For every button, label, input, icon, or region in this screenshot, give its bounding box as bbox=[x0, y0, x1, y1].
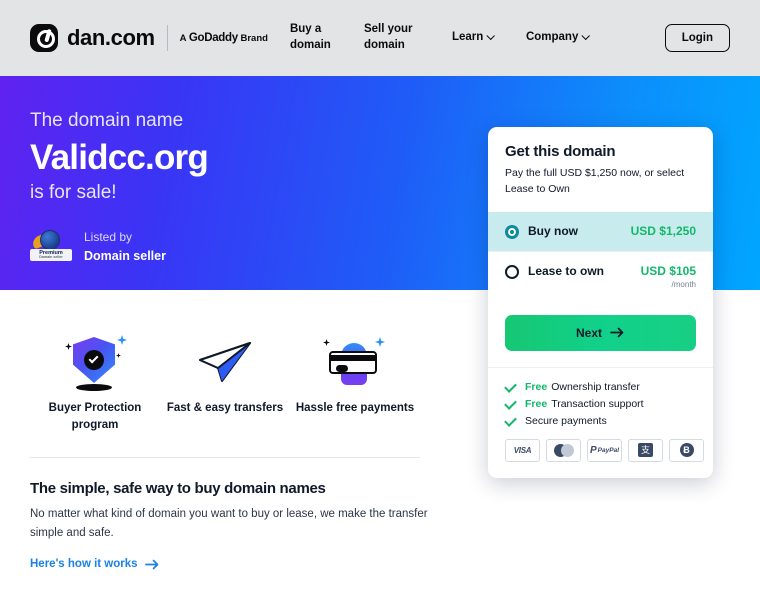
info-title: The simple, safe way to buy domain names bbox=[30, 480, 326, 498]
page-root: dan.com A GoDaddy Brand Buy a domain Sel… bbox=[0, 0, 760, 600]
listed-by-text: Listed by Domain seller bbox=[84, 228, 166, 266]
shield-check-icon bbox=[30, 332, 160, 392]
feature-label: Fast & easy transfers bbox=[166, 402, 284, 414]
benefits-list: Free Ownership transfer Free Transaction… bbox=[488, 366, 713, 478]
logo-group[interactable]: dan.com A GoDaddy Brand bbox=[30, 24, 268, 52]
radio-buy-now[interactable] bbox=[505, 224, 519, 239]
payment-methods: VISA PPayPal Ƀ bbox=[505, 438, 704, 462]
bitcoin-glyph: Ƀ bbox=[679, 443, 694, 457]
alipay-icon bbox=[628, 438, 663, 462]
card-header: Get this domain Pay the full USD $1,250 … bbox=[488, 127, 713, 212]
mastercard-icon bbox=[546, 438, 581, 462]
premium-badge-sub: Domain seller bbox=[39, 255, 63, 260]
visa-icon: VISA bbox=[505, 438, 540, 462]
seller-name: Domain seller bbox=[84, 248, 166, 263]
logo-text: dan.com bbox=[67, 25, 155, 50]
option-lease-to-own[interactable]: Lease to own USD $105 /month bbox=[488, 250, 713, 301]
next-button[interactable]: Next bbox=[505, 314, 696, 351]
arrow-right-icon bbox=[610, 327, 624, 338]
feature-label: Hassle free payments bbox=[295, 402, 415, 414]
how-it-works-label: Here's how it works bbox=[30, 558, 138, 571]
feature-buyer-protection: Buyer Protection program bbox=[30, 332, 160, 433]
logo-divider bbox=[166, 25, 168, 51]
next-button-label: Next bbox=[575, 325, 602, 340]
how-it-works-link[interactable]: Here's how it works bbox=[30, 558, 160, 570]
info-section: The simple, safe way to buy domain names… bbox=[30, 480, 430, 572]
option-price: USD $105 bbox=[640, 263, 696, 278]
arrow-right-icon bbox=[144, 559, 158, 569]
purchase-card: Get this domain Pay the full USD $1,250 … bbox=[488, 127, 713, 478]
option-price-group: USD $1,250 bbox=[631, 224, 696, 238]
hand-card-icon bbox=[290, 332, 420, 392]
chevron-down-icon bbox=[581, 31, 591, 41]
paypal-label: PayPal bbox=[597, 446, 619, 454]
check-icon bbox=[504, 380, 517, 393]
feature-hassle-free-payments: Hassle free payments bbox=[290, 332, 420, 433]
section-divider bbox=[30, 457, 420, 459]
info-text: No matter what kind of domain you want t… bbox=[30, 508, 428, 539]
feature-fast-transfers: Fast & easy transfers bbox=[160, 332, 290, 433]
premium-badge-label: Premium Domain seller bbox=[30, 248, 72, 261]
benefit-label: Transaction support bbox=[551, 397, 644, 410]
nav-item-learn[interactable]: Learn bbox=[452, 30, 526, 46]
nav-item-company[interactable]: Company bbox=[526, 30, 600, 46]
benefit-item: Free Ownership transfer bbox=[504, 380, 696, 393]
card-title: Get this domain bbox=[505, 143, 616, 160]
check-icon bbox=[504, 397, 517, 410]
godaddy-brand-label: A GoDaddy Brand bbox=[180, 32, 268, 44]
login-button[interactable]: Login bbox=[664, 24, 730, 52]
benefit-free-tag: Free bbox=[525, 397, 548, 410]
paper-plane-icon bbox=[160, 332, 290, 392]
site-header: dan.com A GoDaddy Brand Buy a domain Sel… bbox=[0, 0, 760, 76]
paypal-icon: P PayPal bbox=[587, 438, 622, 462]
features-row: Buyer Protection program Fast & easy tra… bbox=[30, 290, 420, 433]
bitcoin-icon: Ƀ bbox=[669, 438, 704, 462]
nav-item-buy-domain[interactable]: Buy a domain bbox=[290, 22, 364, 53]
benefit-label: Secure payments bbox=[525, 414, 607, 427]
option-price-period: /month bbox=[671, 279, 696, 289]
next-button-wrap: Next bbox=[488, 301, 713, 367]
nav-item-label: Company bbox=[525, 31, 579, 44]
benefit-free-tag: Free bbox=[525, 380, 548, 393]
chevron-down-icon bbox=[486, 31, 496, 41]
option-price-group: USD $105 /month bbox=[641, 264, 696, 289]
nav-item-label: Sell your domain bbox=[363, 23, 413, 51]
visa-label: VISA bbox=[513, 445, 532, 455]
benefit-item: Free Transaction support bbox=[504, 397, 696, 410]
premium-badge-icon: Premium Domain seller bbox=[30, 229, 72, 265]
brand-prefix: A bbox=[179, 33, 187, 44]
listed-by-label: Listed by bbox=[84, 230, 133, 244]
nav-item-label: Learn bbox=[451, 31, 484, 44]
brand-suffix: Brand bbox=[240, 33, 268, 44]
option-label: Buy now bbox=[528, 223, 578, 238]
main-nav: Buy a domain Sell your domain Learn Comp… bbox=[290, 22, 600, 53]
radio-lease-to-own[interactable] bbox=[505, 264, 519, 279]
benefit-label: Ownership transfer bbox=[551, 380, 640, 393]
nav-item-sell-domain[interactable]: Sell your domain bbox=[364, 22, 452, 53]
option-price: USD $1,250 bbox=[630, 223, 696, 238]
benefit-item: Secure payments bbox=[504, 414, 696, 427]
check-icon bbox=[504, 414, 517, 427]
nav-item-label: Buy a domain bbox=[289, 23, 331, 51]
option-buy-now[interactable]: Buy now USD $1,250 bbox=[488, 211, 713, 251]
dan-logo-icon bbox=[30, 24, 58, 52]
option-label: Lease to own bbox=[528, 263, 605, 278]
card-subtitle: Pay the full USD $1,250 now, or select L… bbox=[505, 167, 685, 195]
feature-label: Buyer Protection program bbox=[48, 402, 142, 431]
brand-name: GoDaddy bbox=[188, 32, 238, 44]
